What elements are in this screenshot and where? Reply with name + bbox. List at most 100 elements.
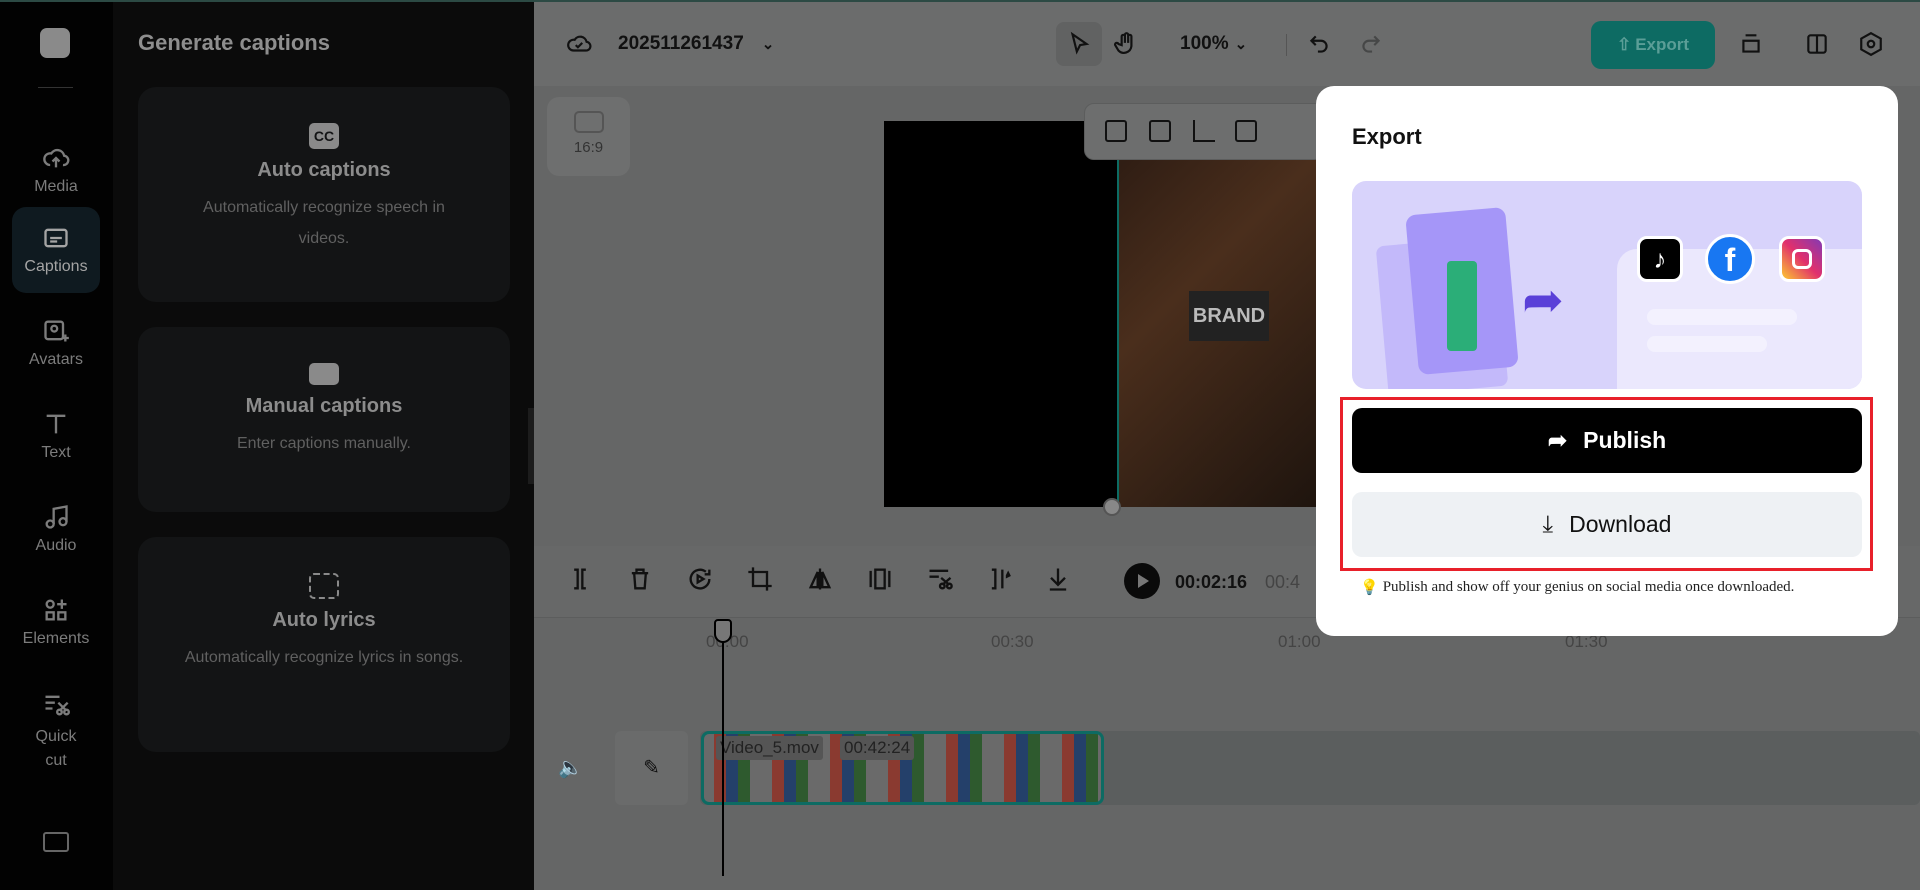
sidebar-item-avatars[interactable]: Avatars (12, 300, 100, 386)
sidebar-item-captions[interactable]: Captions (12, 207, 100, 293)
quick-cut-icon (45, 695, 70, 716)
cc-icon: CC (309, 123, 339, 149)
replay-button[interactable] (686, 565, 716, 595)
export-label: Export (1635, 35, 1690, 54)
pencil-icon: ✎ (643, 757, 660, 779)
auto-captions-card[interactable]: CC Auto captions Automatically recognize… (138, 87, 510, 302)
captions-icon (44, 228, 68, 248)
text-icon (46, 414, 66, 434)
lightbulb-icon: 💡 (1360, 580, 1379, 596)
hand-tool-button[interactable] (1108, 22, 1144, 66)
sidebar-item-text[interactable]: Text (12, 393, 100, 479)
hand-icon (1114, 32, 1133, 54)
download-icon: ⤓ (1542, 510, 1554, 538)
captions-panel: Generate captions CC Auto captions Autom… (113, 0, 534, 890)
playhead-handle[interactable] (714, 619, 732, 643)
app-logo[interactable] (40, 28, 70, 58)
panel-title: Generate captions (138, 30, 330, 55)
cloud-upload-icon (43, 148, 70, 168)
sidebar-item-label: Quick cut (35, 728, 77, 769)
volume-icon[interactable]: 🔈 (558, 755, 583, 780)
layout-toggle-button[interactable] (1802, 22, 1832, 66)
elements-icon (45, 599, 67, 621)
track-edit-button[interactable]: ✎ (615, 731, 688, 805)
chevron-down-icon: ⌄ (1234, 36, 1248, 53)
aspect-ratio-icon (573, 111, 604, 133)
crop-icon[interactable] (1193, 120, 1215, 142)
divider (1286, 34, 1287, 56)
card-title: Manual captions (245, 395, 403, 417)
card-title: Auto lyrics (272, 609, 376, 631)
chevron-down-icon: ⌄ (761, 36, 775, 53)
fit-icon[interactable] (1149, 120, 1171, 142)
time-tick: 01:00 (1278, 632, 1321, 651)
publish-button[interactable]: ➦ Publish (1352, 408, 1862, 473)
sidebar-item-elements[interactable]: Elements (12, 579, 100, 665)
delete-button[interactable] (626, 565, 656, 595)
replace-image-icon[interactable] (1105, 120, 1127, 142)
aspect-ratio-label: 16:9 (573, 139, 604, 156)
download-dropdown-button[interactable] (1044, 565, 1094, 595)
download-label: Download (1569, 511, 1672, 537)
aspect-ratio-button[interactable]: 16:9 (547, 97, 630, 176)
download-button[interactable]: ⤓ Download (1352, 492, 1862, 557)
sidebar-item-label: Avatars (29, 351, 83, 368)
split-icon (574, 568, 586, 590)
sidebar-item-audio[interactable]: Audio (12, 486, 100, 572)
crop-button[interactable] (746, 565, 776, 595)
total-time: 00:4 (1265, 572, 1301, 592)
card-description: Automatically recognize speech in videos… (203, 199, 445, 247)
replay-icon (689, 568, 711, 590)
canvas-toolbar (1084, 103, 1324, 160)
split-button[interactable] (566, 565, 596, 595)
keyboard-shortcuts-icon[interactable] (43, 832, 69, 852)
crop-icon (748, 567, 772, 591)
flip-button[interactable] (806, 565, 836, 595)
share-icon: ➦ (1547, 427, 1568, 453)
card-title: Auto captions (257, 159, 391, 181)
flip-icon (808, 568, 832, 590)
auto-lyrics-card[interactable]: Auto lyrics Automatically recognize lyri… (138, 537, 510, 752)
video-clip[interactable]: Video_5.mov 00:42:24 (701, 731, 1104, 805)
hint-text: Publish and show off your genius on soci… (1382, 579, 1795, 595)
export-modal: Export ➦ ♪ f ➦ Publish ⤓ Download 💡 Publish… (1316, 86, 1898, 636)
export-hint: 💡 Publish and show off your genius on soc… (1360, 578, 1794, 597)
remove-silence-button[interactable] (926, 565, 956, 595)
publish-label: Publish (1583, 427, 1667, 453)
undo-icon (1309, 35, 1328, 53)
divider (38, 87, 73, 88)
video-sign: BRAND (1189, 291, 1269, 341)
play-button[interactable] (1124, 563, 1160, 599)
zoom-dropdown[interactable]: 100% ⌄ (1180, 22, 1247, 66)
trash-icon (631, 568, 649, 590)
select-tool-button[interactable] (1056, 22, 1102, 66)
freeze-button[interactable] (866, 565, 896, 595)
export-illustration: ➦ ♪ f (1352, 181, 1862, 389)
sidebar-item-label: Text (41, 444, 71, 461)
smart-split-button[interactable] (986, 565, 1016, 595)
settings-button[interactable] (1856, 22, 1886, 66)
undo-button[interactable] (1304, 22, 1334, 66)
clip-duration: 00:42:24 (840, 736, 915, 760)
project-name: 202511261437 (618, 33, 744, 54)
lyrics-icon (309, 573, 339, 599)
manual-captions-card[interactable]: Manual captions Enter captions manually. (138, 327, 510, 512)
avatar-icon (44, 320, 69, 342)
icon-rail: Media Captions Avatars Text Audio Elemen… (0, 0, 113, 890)
export-button[interactable]: ⇧ Export (1591, 21, 1715, 69)
sidebar-item-quick-cut[interactable]: Quick cut (12, 682, 100, 782)
picture-in-picture-icon[interactable] (1235, 120, 1257, 142)
export-icon: ⇧ (1616, 35, 1632, 54)
layers-icon (1742, 34, 1760, 53)
redo-button[interactable] (1356, 22, 1386, 66)
layers-button[interactable] (1736, 22, 1766, 66)
video-frame: BRAND (1117, 121, 1317, 507)
sidebar-item-label: Captions (24, 258, 88, 275)
modal-title: Export (1352, 124, 1422, 149)
sidebar-item-media[interactable]: Media (12, 127, 100, 213)
project-name-dropdown[interactable]: 202511261437 ⌄ (618, 22, 774, 66)
canvas-resize-handle[interactable] (1103, 498, 1121, 516)
playhead[interactable] (722, 620, 724, 876)
instagram-icon (1779, 236, 1825, 282)
video-canvas[interactable]: BRAND (884, 121, 1317, 507)
